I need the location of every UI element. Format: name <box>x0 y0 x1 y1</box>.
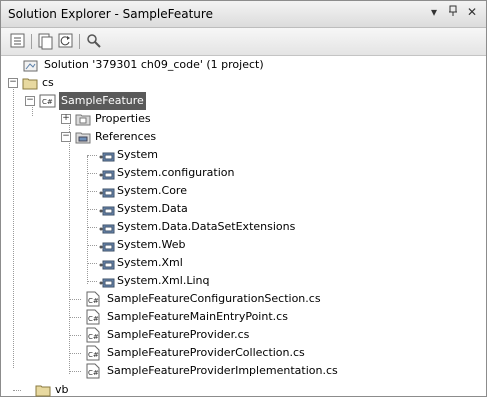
tree-row-reference[interactable]: System.Data <box>87 200 327 218</box>
tree-row-folder-cs[interactable]: − cs <box>8 74 68 92</box>
reference-label: System.configuration <box>117 166 235 179</box>
tree-row-folder-vb[interactable]: vb <box>13 381 81 399</box>
tree-guide <box>69 335 81 336</box>
solution-tree: Solution '379301 ch09_code' (1 project) … <box>1 56 486 399</box>
toolbar-separator <box>31 34 32 49</box>
project-label: SampleFeature <box>59 92 146 110</box>
tree-guide <box>87 227 97 228</box>
expand-icon[interactable]: + <box>61 114 71 124</box>
svg-text:C#: C# <box>42 98 53 106</box>
solution-explorer-window: Solution Explorer - SampleFeature ▾ ✕ So… <box>0 0 487 397</box>
tree-guide <box>69 371 81 372</box>
file-label: SampleFeatureMainEntryPoint.cs <box>107 310 288 323</box>
solution-label: Solution '379301 ch09_code' (1 project) <box>44 58 264 71</box>
tree-guide <box>87 191 97 192</box>
reference-label: System.Xml.Linq <box>117 274 210 287</box>
toolbar <box>1 28 486 56</box>
window-menu-icon[interactable]: ▾ <box>431 5 437 19</box>
file-label: SampleFeatureConfigurationSection.cs <box>107 292 321 305</box>
svg-text:C#: C# <box>88 369 99 377</box>
tree-row-reference[interactable]: System <box>87 146 327 164</box>
title-bar: Solution Explorer - SampleFeature ▾ ✕ <box>1 1 486 28</box>
reference-label: System.Core <box>117 184 187 197</box>
tree-guide <box>87 281 97 282</box>
window-title: Solution Explorer - SampleFeature <box>8 7 213 21</box>
tree-row-file[interactable]: C# SampleFeatureProvider.cs <box>69 326 369 344</box>
collapse-icon[interactable]: − <box>8 78 18 88</box>
file-label: SampleFeatureProviderCollection.cs <box>107 346 305 359</box>
tree-row-file[interactable]: C# SampleFeatureProviderImplementation.cs <box>69 362 369 380</box>
close-icon[interactable]: ✕ <box>467 5 477 19</box>
show-all-files-icon[interactable] <box>36 32 54 50</box>
reference-label: System.Data.DataSetExtensions <box>117 220 296 233</box>
svg-text:C#: C# <box>88 297 99 305</box>
csharp-file-icon: C# <box>85 363 101 385</box>
tree-guide <box>87 263 97 264</box>
tree-row-references[interactable]: − References <box>61 128 181 146</box>
tree-guide <box>87 245 97 246</box>
folder-vb-label: vb <box>55 383 69 396</box>
tree-guide <box>87 155 97 156</box>
folder-icon <box>35 383 51 403</box>
tree-guide <box>13 83 14 368</box>
tree-guide <box>69 353 81 354</box>
tree-guide <box>69 299 81 300</box>
svg-text:C#: C# <box>88 315 99 323</box>
tree-row-file[interactable]: C# SampleFeatureMainEntryPoint.cs <box>69 308 369 326</box>
folder-cs-label: cs <box>42 76 54 89</box>
tree-row-file[interactable]: C# SampleFeatureConfigurationSection.cs <box>69 290 369 308</box>
collapse-icon[interactable]: − <box>61 132 71 142</box>
tree-guide <box>87 173 97 174</box>
reference-label: System.Web <box>117 238 186 251</box>
toolbar-separator <box>79 34 80 49</box>
reference-label: System <box>117 148 159 161</box>
view-class-diagram-icon[interactable] <box>85 32 103 50</box>
tree-guide <box>13 390 21 391</box>
pin-icon[interactable] <box>448 5 458 20</box>
collapse-icon[interactable]: − <box>25 96 35 106</box>
file-label: SampleFeatureProviderImplementation.cs <box>107 364 338 377</box>
tree-row-reference[interactable]: System.Xml.Linq <box>87 272 327 290</box>
tree-row-solution[interactable]: Solution '379301 ch09_code' (1 project) <box>23 56 403 74</box>
properties-label: Properties <box>95 112 151 125</box>
tree-row-file[interactable]: C# SampleFeatureProviderCollection.cs <box>69 344 369 362</box>
tree-row-reference[interactable]: System.Xml <box>87 254 327 272</box>
tree-row-project[interactable]: − C# SampleFeature <box>25 92 185 110</box>
tree-guide <box>87 209 97 210</box>
file-label: SampleFeatureProvider.cs <box>107 328 250 341</box>
reference-label: System.Xml <box>117 256 183 269</box>
tree-row-reference[interactable]: System.configuration <box>87 164 327 182</box>
reference-label: System.Data <box>117 202 188 215</box>
svg-text:C#: C# <box>88 351 99 359</box>
tree-row-reference[interactable]: System.Web <box>87 236 327 254</box>
tree-row-reference[interactable]: System.Data.DataSetExtensions <box>87 218 327 236</box>
references-label: References <box>95 130 157 143</box>
properties-icon[interactable] <box>9 32 27 50</box>
tree-guide <box>69 317 81 318</box>
svg-text:C#: C# <box>88 333 99 341</box>
tree-row-properties[interactable]: + Properties <box>61 110 181 128</box>
tree-row-reference[interactable]: System.Core <box>87 182 327 200</box>
refresh-icon[interactable] <box>57 32 75 50</box>
csharp-project-icon: C# <box>39 93 57 115</box>
